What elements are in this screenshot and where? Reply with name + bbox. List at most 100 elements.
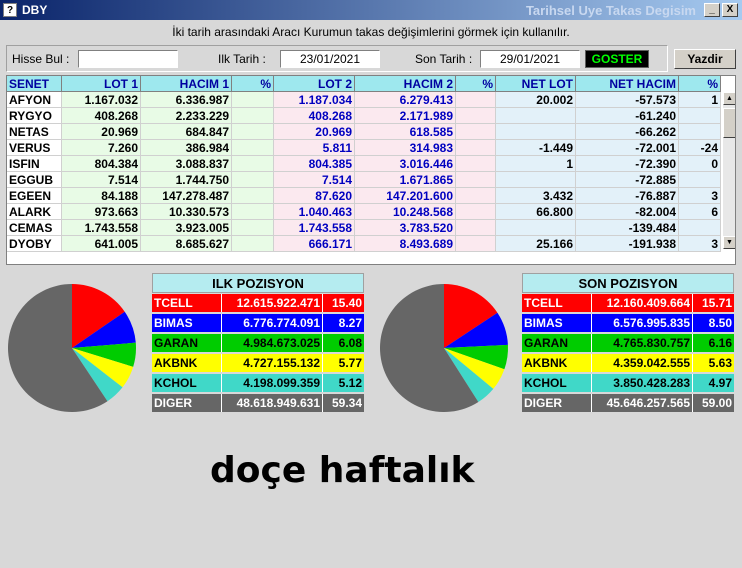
cell-pct1 bbox=[232, 172, 274, 188]
cell-pct1 bbox=[232, 124, 274, 140]
cell-lot1: 7.260 bbox=[62, 140, 141, 156]
cell-pct1 bbox=[232, 140, 274, 156]
col-header-pct1[interactable]: % bbox=[232, 76, 274, 92]
ilk-pozisyon-row: TCELL 12.615.922.471 15.40 bbox=[152, 294, 364, 313]
position-pct: 15.40 bbox=[322, 294, 364, 312]
grid-header-row: SENET LOT 1 HACIM 1% LOT 2 HACIM 2% NET LOT NE… bbox=[7, 76, 721, 92]
cell-pct2 bbox=[456, 172, 496, 188]
col-header-lot2[interactable]: LOT 2 bbox=[274, 76, 355, 92]
cell-net-lot: 20.002 bbox=[496, 92, 576, 108]
cell-pct1 bbox=[232, 108, 274, 124]
position-symbol: BIMAS bbox=[152, 314, 221, 332]
cell-net-lot: -1.449 bbox=[496, 140, 576, 156]
cell-hacim2: 618.585 bbox=[355, 124, 456, 140]
hisse-search-input[interactable] bbox=[78, 50, 178, 68]
position-symbol: GARAN bbox=[152, 334, 221, 352]
table-row[interactable]: ISFIN 804.384 3.088.837 804.385 3.016.446 1 -7… bbox=[7, 156, 721, 172]
cell-net-hacim: -82.004 bbox=[576, 204, 679, 220]
cell-lot1: 408.268 bbox=[62, 108, 141, 124]
cell-net-lot: 1 bbox=[496, 156, 576, 172]
cell-net-lot bbox=[496, 124, 576, 140]
cell-lot1: 20.969 bbox=[62, 124, 141, 140]
position-symbol: KCHOL bbox=[522, 374, 591, 392]
cell-pct3: 6 bbox=[679, 204, 721, 220]
cell-lot1: 804.384 bbox=[62, 156, 141, 172]
takas-grid[interactable]: SENET LOT 1 HACIM 1% LOT 2 HACIM 2% NET LOT NE… bbox=[6, 75, 736, 265]
table-row[interactable]: VERUS 7.260 386.984 5.811 314.983 -1.449 -72.0… bbox=[7, 140, 721, 156]
cell-hacim1: 3.088.837 bbox=[141, 156, 232, 172]
col-header-net-hacim[interactable]: NET HACIM bbox=[576, 76, 679, 92]
table-row[interactable]: RYGYO 408.268 2.233.229 408.268 2.171.989 -61… bbox=[7, 108, 721, 124]
ilk-pozisyon-row: GARAN 4.984.673.025 6.08 bbox=[152, 334, 364, 353]
scroll-down-arrow-icon[interactable]: ▼ bbox=[723, 236, 735, 249]
table-row[interactable]: ALARK 973.663 10.330.573 1.040.463 10.248.56… bbox=[7, 204, 721, 220]
cell-net-lot: 3.432 bbox=[496, 188, 576, 204]
table-row[interactable]: EGGUB 7.514 1.744.750 7.514 1.671.865 -72.885 bbox=[7, 172, 721, 188]
position-pct: 15.71 bbox=[692, 294, 734, 312]
son-pozisyon-title: SON POZISYON bbox=[522, 273, 734, 293]
cell-hacim1: 6.336.987 bbox=[141, 92, 232, 108]
table-row[interactable]: AFYON 1.167.032 6.336.987 1.187.034 6.279.41… bbox=[7, 92, 721, 108]
cell-pct3 bbox=[679, 220, 721, 236]
ilk-pozisyon-row: AKBNK 4.727.155.132 5.77 bbox=[152, 354, 364, 373]
cell-hacim2: 2.171.989 bbox=[355, 108, 456, 124]
cell-senet: VERUS bbox=[7, 140, 62, 156]
col-header-lot1[interactable]: LOT 1 bbox=[62, 76, 141, 92]
cell-pct1 bbox=[232, 236, 274, 252]
position-value: 4.765.830.757 bbox=[591, 334, 692, 352]
son-pozisyon-row: GARAN 4.765.830.757 6.16 bbox=[522, 334, 734, 353]
close-button[interactable]: X bbox=[722, 3, 738, 17]
ilk-tarih-input[interactable]: 23/01/2021 bbox=[280, 50, 380, 68]
ilk-pozisyon-title: ILK POZISYON bbox=[152, 273, 364, 293]
cell-senet: RYGYO bbox=[7, 108, 62, 124]
son-pozisyon-row: KCHOL 3.850.428.283 4.97 bbox=[522, 374, 734, 393]
position-symbol: KCHOL bbox=[152, 374, 221, 392]
table-row[interactable]: CEMAS 1.743.558 3.923.005 1.743.558 3.783.52… bbox=[7, 220, 721, 236]
hisse-label: Hisse Bul : bbox=[12, 52, 70, 66]
scroll-thumb[interactable] bbox=[723, 108, 735, 138]
cell-senet: ALARK bbox=[7, 204, 62, 220]
col-header-net-lot[interactable]: NET LOT bbox=[496, 76, 576, 92]
ilk-pozisyon-row: BIMAS 6.776.774.091 8.27 bbox=[152, 314, 364, 333]
position-value: 6.776.774.091 bbox=[221, 314, 322, 332]
son-pozisyon-row: DIGER 45.646.257.565 59.00 bbox=[522, 394, 734, 413]
cell-net-hacim: -139.484 bbox=[576, 220, 679, 236]
position-pct: 59.34 bbox=[322, 394, 364, 412]
col-header-pct2[interactable]: % bbox=[456, 76, 496, 92]
app-icon[interactable]: ? bbox=[3, 3, 17, 17]
cell-net-lot: 66.800 bbox=[496, 204, 576, 220]
overlay-caption: doçe haftalık bbox=[210, 450, 475, 491]
cell-pct2 bbox=[456, 156, 496, 172]
son-tarih-input[interactable]: 29/01/2021 bbox=[480, 50, 580, 68]
cell-lot1: 1.743.558 bbox=[62, 220, 141, 236]
cell-hacim1: 1.744.750 bbox=[141, 172, 232, 188]
ilk-tarih-label: Ilk Tarih : bbox=[218, 52, 266, 66]
table-row[interactable]: EGEEN 84.188 147.278.487 87.620 147.201.600 3… bbox=[7, 188, 721, 204]
cell-lot2: 20.969 bbox=[274, 124, 355, 140]
col-header-hacim1[interactable]: HACIM 1 bbox=[141, 76, 232, 92]
cell-net-hacim: -72.001 bbox=[576, 140, 679, 156]
goster-button[interactable]: GOSTER bbox=[585, 50, 649, 68]
title-bar: ? DBY Tarihsel Uye Takas Degisim _ X bbox=[0, 0, 742, 20]
position-symbol: TCELL bbox=[152, 294, 221, 312]
yazdir-button[interactable]: Yazdir bbox=[674, 49, 736, 69]
position-value: 48.618.949.631 bbox=[221, 394, 322, 412]
position-pct: 8.50 bbox=[692, 314, 734, 332]
position-symbol: AKBNK bbox=[152, 354, 221, 372]
table-row[interactable]: DYOBY 641.005 8.685.627 666.171 8.493.689 25.… bbox=[7, 236, 721, 252]
cell-pct1 bbox=[232, 156, 274, 172]
col-header-pct3[interactable]: % bbox=[679, 76, 721, 92]
son-pozisyon-row: BIMAS 6.576.995.835 8.50 bbox=[522, 314, 734, 333]
cell-pct3 bbox=[679, 108, 721, 124]
minimize-button[interactable]: _ bbox=[704, 3, 720, 17]
position-value: 3.850.428.283 bbox=[591, 374, 692, 392]
table-row[interactable]: NETAS 20.969 684.847 20.969 618.585 -66.262 bbox=[7, 124, 721, 140]
grid-vertical-scrollbar[interactable]: ▲ ▼ bbox=[723, 92, 735, 249]
position-pct: 6.08 bbox=[322, 334, 364, 352]
cell-pct3: 3 bbox=[679, 188, 721, 204]
col-header-senet[interactable]: SENET bbox=[7, 76, 62, 92]
cell-net-hacim: -72.390 bbox=[576, 156, 679, 172]
col-header-hacim2[interactable]: HACIM 2 bbox=[355, 76, 456, 92]
scroll-up-arrow-icon[interactable]: ▲ bbox=[723, 92, 735, 105]
cell-lot1: 1.167.032 bbox=[62, 92, 141, 108]
